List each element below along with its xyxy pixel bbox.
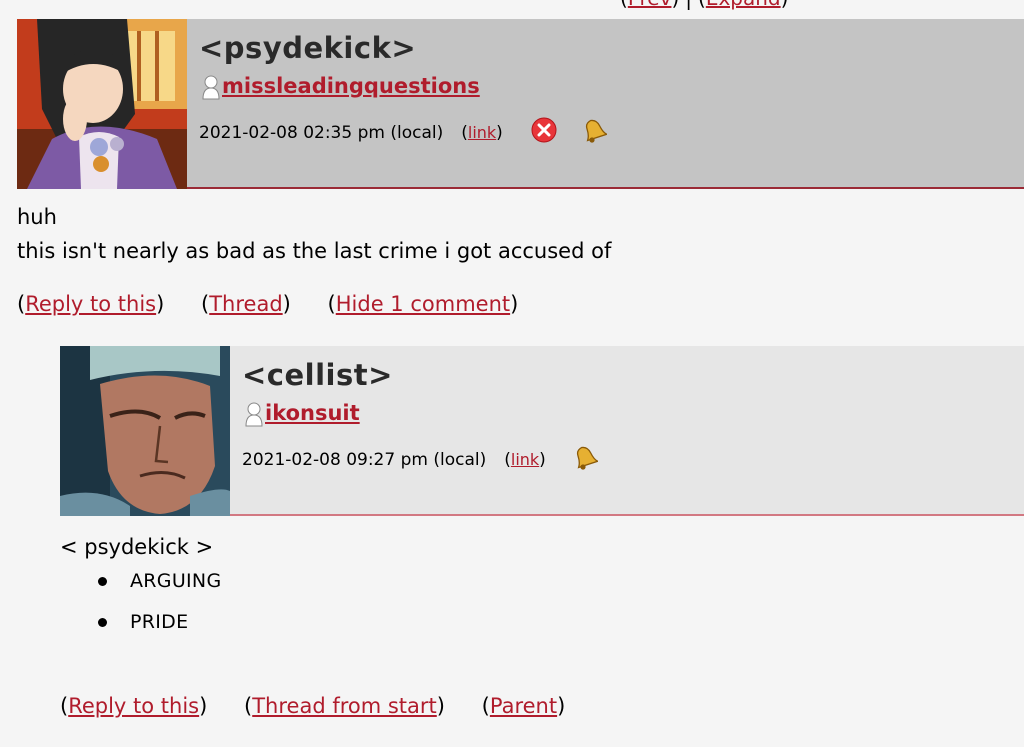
comment-timestamp: 2021-02-08 09:27 pm (local)	[242, 449, 487, 470]
top-nav: (Prev)|(Expand)	[620, 0, 788, 10]
comment-actions: (Reply to this) (Thread) (Hide 1 comment…	[17, 292, 519, 316]
poster-name: <cellist>	[242, 358, 393, 392]
permalink-wrap: (link)	[504, 449, 546, 470]
comment-header-info: <psydekick> missleadingquestions 2021-02…	[187, 19, 1024, 189]
user-line: missleadingquestions	[201, 73, 480, 101]
comment-body-list: ARGUING PRIDE	[60, 564, 221, 646]
comment-header: <cellist> ikonsuit 2021-02-08 09:27 pm (…	[60, 346, 1024, 516]
list-item: PRIDE	[60, 605, 221, 646]
reply-link[interactable]: Reply to this	[25, 292, 156, 316]
bell-icon[interactable]	[579, 116, 609, 149]
comment-body-line: huh	[17, 205, 57, 229]
comment-timestamp: 2021-02-08 02:35 pm (local)	[199, 122, 444, 143]
thread-link[interactable]: Thread	[209, 292, 282, 316]
comment-header-info: <cellist> ikonsuit 2021-02-08 09:27 pm (…	[230, 346, 1024, 516]
parent-link[interactable]: Parent	[490, 694, 557, 718]
list-item: ARGUING	[60, 564, 221, 605]
user-line: ikonsuit	[244, 400, 360, 428]
comment-body-title: < psydekick >	[60, 535, 214, 559]
avatar[interactable]	[60, 346, 230, 516]
thread-from-start-link[interactable]: Thread from start	[252, 694, 437, 718]
permalink[interactable]: link	[468, 123, 496, 142]
username-link[interactable]: missleadingquestions	[222, 74, 480, 98]
avatar[interactable]	[17, 19, 187, 189]
reply-link[interactable]: Reply to this	[68, 694, 199, 718]
comment-body: huh this isn't nearly as bad as the last…	[17, 200, 611, 268]
permalink-wrap: (link)	[461, 122, 503, 143]
delete-icon[interactable]	[531, 117, 557, 148]
top-nav-link-prev[interactable]: Prev	[628, 0, 672, 10]
user-icon	[201, 75, 221, 101]
comment-date-line: 2021-02-08 09:27 pm (local) (link)	[242, 443, 600, 476]
comment-body-line: this isn't nearly as bad as the last cri…	[17, 239, 612, 263]
top-nav-separator: |	[685, 0, 692, 10]
username-link[interactable]: ikonsuit	[265, 401, 360, 425]
bell-icon[interactable]	[570, 443, 600, 476]
comment-date-line: 2021-02-08 02:35 pm (local) (link)	[199, 116, 609, 149]
comment-body: < psydekick > ARGUING PRIDE	[60, 530, 221, 646]
top-nav-link-expand[interactable]: Expand	[706, 0, 781, 10]
hide-comments-link[interactable]: Hide 1 comment	[336, 292, 510, 316]
user-icon	[244, 402, 264, 428]
comment-actions: (Reply to this) (Thread from start) (Par…	[60, 694, 566, 718]
permalink[interactable]: link	[511, 450, 539, 469]
comment-header: <psydekick> missleadingquestions 2021-02…	[17, 19, 1024, 189]
poster-name: <psydekick>	[199, 31, 417, 65]
